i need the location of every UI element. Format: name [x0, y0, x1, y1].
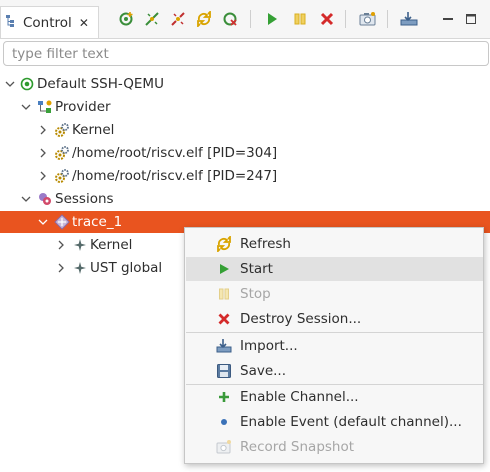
tree-item-label: Sessions	[55, 191, 114, 207]
tree-item-label: UST global	[90, 260, 163, 276]
chevron-down-icon[interactable]	[3, 77, 17, 91]
start-icon	[216, 261, 232, 277]
menu-item-label: Enable Channel...	[240, 389, 359, 405]
close-icon[interactable]: ✕	[79, 16, 89, 30]
menu-item-label: Refresh	[240, 236, 291, 252]
chevron-right-icon[interactable]	[54, 261, 68, 275]
tree-item-ust-provider[interactable]: /home/root/riscv.elf [PID=247]	[0, 165, 490, 187]
menu-item-label: Save...	[240, 363, 287, 379]
filter-input[interactable]	[3, 41, 489, 66]
maximize-icon[interactable]	[462, 10, 480, 28]
record-snapshot-icon[interactable]	[359, 10, 377, 28]
menu-item-label: Import...	[240, 338, 298, 354]
tree-item-label: Kernel	[90, 237, 133, 253]
tree-item-label: Provider	[55, 99, 111, 115]
menu-item-import[interactable]: Import...	[186, 334, 483, 358]
tree-item-label: /home/root/riscv.elf [PID=247]	[72, 168, 278, 184]
menu-item-enable-event[interactable]: Enable Event (default channel)...	[186, 410, 483, 434]
tree-item-ust-provider[interactable]: /home/root/riscv.elf [PID=304]	[0, 142, 490, 164]
domain-icon	[72, 260, 88, 276]
tree-item-provider[interactable]: Provider	[0, 96, 490, 118]
chevron-right-icon[interactable]	[54, 238, 68, 252]
toolbar-separator	[250, 10, 251, 28]
tab-control[interactable]: Control ✕	[0, 6, 99, 38]
gears-icon	[54, 145, 70, 161]
menu-item-refresh[interactable]: Refresh	[186, 232, 483, 256]
control-view-icon	[5, 14, 19, 32]
menu-item-save[interactable]: Save...	[186, 359, 483, 383]
menu-item-label: Start	[240, 261, 273, 277]
toolbar-separator	[387, 10, 388, 28]
tree-item-sessions[interactable]: Sessions	[0, 188, 490, 210]
save-icon	[216, 363, 232, 379]
new-connection-icon[interactable]	[117, 10, 135, 28]
sessions-icon	[37, 191, 53, 207]
view-toolbar: Control ✕	[0, 0, 490, 38]
connected-target-icon	[19, 76, 35, 92]
tree-item-label: trace_1	[72, 214, 123, 230]
menu-item-destroy-session[interactable]: Destroy Session...	[186, 307, 483, 331]
chevron-right-icon[interactable]	[36, 169, 50, 183]
chevron-right-icon[interactable]	[36, 123, 50, 137]
tree-item-label: Default SSH-QEMU	[37, 76, 164, 92]
refresh-icon	[216, 236, 232, 252]
menu-item-record-snapshot[interactable]: Record Snapshot	[186, 435, 483, 459]
enable-channel-icon	[216, 389, 232, 405]
menu-item-label: Stop	[240, 286, 271, 302]
destroy-icon[interactable]	[318, 10, 336, 28]
domain-icon	[72, 237, 88, 253]
connect-icon[interactable]	[143, 10, 161, 28]
tree-item-label: /home/root/riscv.elf [PID=304]	[72, 145, 278, 161]
session-icon	[54, 214, 70, 230]
menu-separator	[186, 332, 483, 333]
chevron-down-icon[interactable]	[19, 100, 33, 114]
chevron-down-icon[interactable]	[36, 215, 50, 229]
import-icon	[216, 338, 232, 354]
stop-icon[interactable]	[291, 10, 309, 28]
delete-connection-icon[interactable]	[221, 10, 239, 28]
tree-item-kernel-provider[interactable]: Kernel	[0, 119, 490, 141]
disconnect-icon[interactable]	[169, 10, 187, 28]
import-icon[interactable]	[400, 10, 418, 28]
gears-icon	[54, 122, 70, 138]
menu-item-label: Enable Event (default channel)...	[240, 414, 462, 430]
filter-bar	[0, 38, 490, 70]
tree-item-label: Kernel	[72, 122, 115, 138]
menu-item-start[interactable]: Start	[186, 257, 483, 281]
chevron-right-icon[interactable]	[36, 146, 50, 160]
stop-icon	[216, 286, 232, 302]
menu-item-stop[interactable]: Stop	[186, 282, 483, 306]
refresh-icon[interactable]	[195, 10, 213, 28]
toolbar-separator	[345, 10, 346, 28]
record-snapshot-icon	[216, 439, 232, 455]
chevron-down-icon[interactable]	[19, 192, 33, 206]
tree-item-root[interactable]: Default SSH-QEMU	[0, 73, 490, 95]
menu-item-label: Record Snapshot	[240, 439, 355, 455]
start-icon[interactable]	[263, 10, 281, 28]
enable-event-icon	[216, 414, 232, 430]
tab-control-label: Control	[23, 14, 72, 31]
minimize-icon[interactable]	[439, 10, 457, 28]
gears-icon	[54, 168, 70, 184]
provider-icon	[37, 99, 53, 115]
destroy-icon	[216, 311, 232, 327]
context-menu: Refresh Start Stop Destroy Session... Im…	[184, 227, 484, 464]
menu-item-enable-channel[interactable]: Enable Channel...	[186, 385, 483, 409]
menu-item-label: Destroy Session...	[240, 311, 362, 327]
